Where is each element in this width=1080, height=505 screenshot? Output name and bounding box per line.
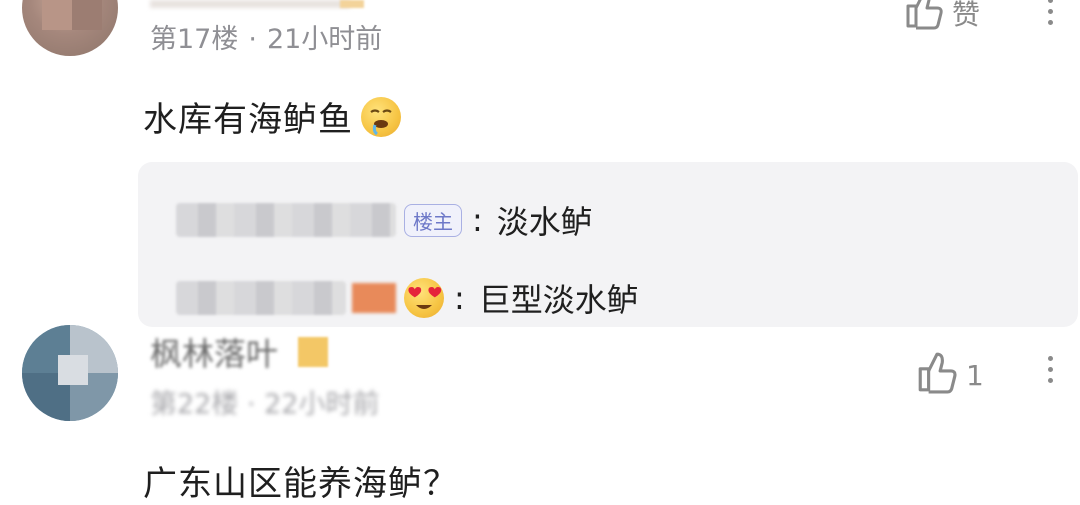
avatar[interactable] bbox=[22, 0, 118, 56]
comment-meta: 第17楼 · 21小时前 bbox=[150, 17, 382, 56]
thumbs-up-icon bbox=[916, 350, 958, 401]
reply-username-blurred bbox=[176, 281, 346, 315]
avatar[interactable] bbox=[22, 325, 118, 421]
like-button[interactable]: 1 bbox=[916, 350, 984, 401]
like-button[interactable]: 赞 bbox=[904, 0, 980, 37]
username-blurred bbox=[150, 0, 350, 8]
comment-body: 广东山区能养海鲈？ bbox=[143, 464, 458, 504]
comment-body: 水库有海鲈鱼 bbox=[143, 100, 353, 140]
time-label: 21小时前 bbox=[266, 24, 383, 55]
meta-text-blurred: 第22楼 · 22小时前 bbox=[150, 389, 380, 420]
floor-label: 第17楼 bbox=[150, 24, 239, 55]
drooling-face-emoji bbox=[361, 96, 401, 137]
reply-text: 巨型淡水鲈 bbox=[478, 281, 639, 319]
reply-user-badge bbox=[352, 283, 396, 313]
like-label: 赞 bbox=[952, 0, 981, 31]
thumbs-up-icon bbox=[904, 0, 944, 37]
username-badge bbox=[340, 0, 364, 8]
reply-colon: : bbox=[454, 279, 465, 317]
reply-item[interactable]: 楼主 : 淡水鲈 bbox=[176, 197, 593, 243]
comment-text: 广东山区能养海鲈？ bbox=[143, 456, 458, 505]
reply-item[interactable]: : 巨型淡水鲈 bbox=[176, 275, 639, 321]
heart-eyes-emoji bbox=[404, 278, 444, 318]
username-text: 枫林落叶 bbox=[150, 335, 279, 373]
user-level-badge bbox=[298, 337, 329, 367]
like-count: 1 bbox=[966, 359, 984, 392]
username[interactable]: 枫林落叶 bbox=[150, 329, 329, 375]
comment-meta: 第22楼 · 22小时前 bbox=[150, 382, 379, 421]
reply-username-blurred bbox=[176, 203, 396, 237]
reply-text: 淡水鲈 bbox=[496, 203, 593, 241]
reply-colon: : bbox=[472, 201, 483, 239]
more-vertical-icon[interactable] bbox=[1048, 0, 1053, 25]
comment-text: 水库有海鲈鱼 bbox=[143, 92, 401, 141]
meta-separator: · bbox=[248, 24, 257, 55]
op-badge: 楼主 bbox=[404, 203, 462, 237]
more-vertical-icon[interactable] bbox=[1048, 356, 1053, 383]
